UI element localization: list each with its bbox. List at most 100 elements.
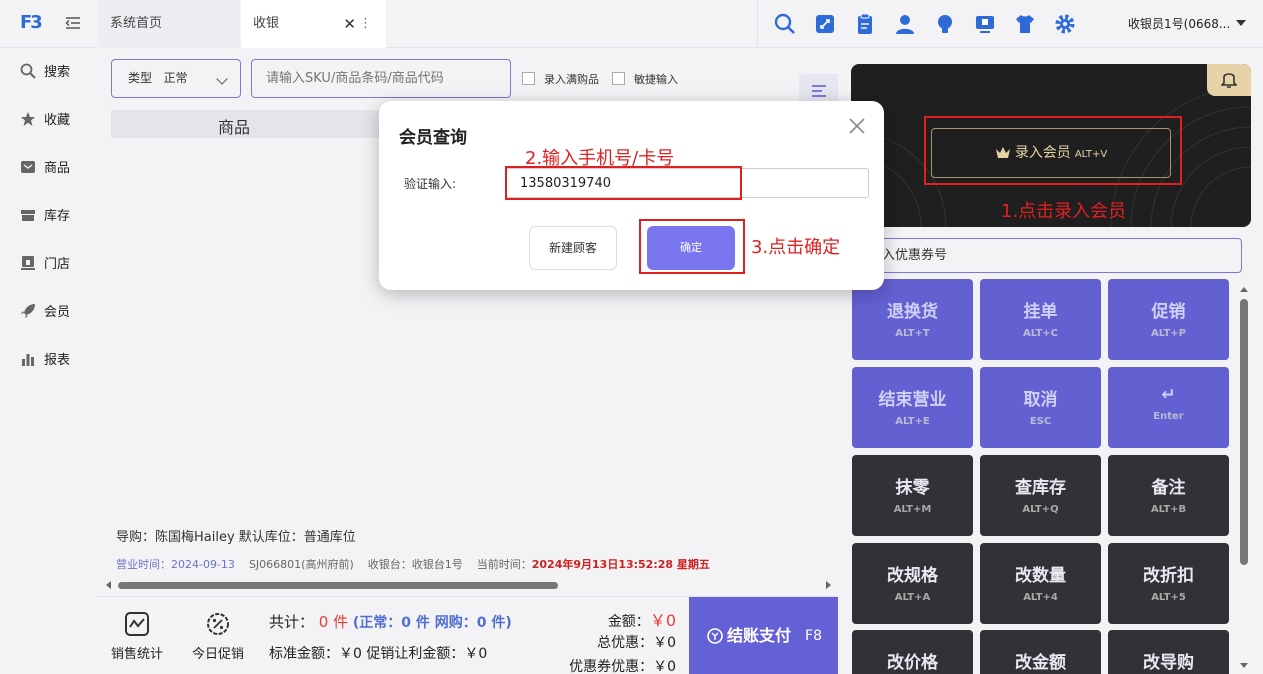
key-label: 结束营业	[878, 390, 947, 410]
sidebar-item-favorites[interactable]: 收藏	[20, 109, 70, 133]
tab-cashier[interactable]: 收银 ✕ ⋮	[241, 0, 386, 48]
change-discount-button[interactable]: 改折扣 ALT+5	[1108, 543, 1229, 624]
key-label: 改规格	[887, 566, 938, 586]
shirt-icon[interactable]	[1014, 13, 1036, 35]
user-menu[interactable]: 收银员1号(0668...	[1128, 0, 1246, 48]
guide-info: 导购：陈国梅Hailey 默认库位：普通库位	[116, 530, 356, 545]
tab-more-icon[interactable]: ⋮	[359, 0, 372, 48]
user-icon[interactable]	[894, 13, 916, 35]
sales-stats-label: 销售统计	[110, 647, 163, 662]
type-select-value: 正常	[163, 71, 188, 85]
coupon-input[interactable]: 入优惠券号	[851, 238, 1242, 273]
clipboard-icon[interactable]	[854, 13, 876, 35]
monitor-icon[interactable]	[974, 13, 996, 35]
scroll-right-icon[interactable]	[826, 581, 831, 589]
gift-checkbox[interactable]	[522, 72, 535, 85]
notification-button[interactable]	[1207, 64, 1251, 96]
verify-input-label: 验证输入:	[404, 177, 457, 191]
sidebar-item-store[interactable]: 门店	[20, 253, 70, 277]
type-select[interactable]: 类型 正常	[111, 59, 241, 98]
standard-amount: 标准金额：￥0 促销让利金额：￥0	[269, 646, 488, 662]
tab-close-icon[interactable]: ✕	[343, 0, 356, 48]
sidebar-item-label: 会员	[44, 305, 71, 320]
close-business-button[interactable]: 结束营业 ALT+E	[852, 367, 973, 448]
checkout-pay-button[interactable]: 结账支付 F8	[689, 597, 838, 674]
pay-label: 结账支付	[727, 626, 792, 645]
key-label: 促销	[1151, 302, 1186, 322]
coupon-placeholder: 入优惠券号	[882, 248, 948, 263]
lightbulb-icon[interactable]	[934, 13, 956, 35]
change-quantity-button[interactable]: 改数量 ALT+4	[980, 543, 1101, 624]
tab-home-label: 系统首页	[110, 16, 163, 31]
pay-shortcut: F8	[805, 628, 822, 644]
sidebar-item-member[interactable]: 会员	[20, 301, 70, 325]
close-icon[interactable]	[846, 115, 868, 137]
change-spec-button[interactable]: 改规格 ALT+A	[852, 543, 973, 624]
total-detail: (正常：0 件 网购：0 件)	[352, 615, 512, 631]
current-time-label: 当前时间：	[476, 558, 532, 571]
sidebar-item-label: 商品	[44, 161, 71, 176]
type-select-label: 类型	[128, 71, 153, 85]
search-icon[interactable]	[774, 13, 796, 35]
sidebar-item-reports[interactable]: 报表	[20, 349, 70, 373]
key-shortcut: ALT+C	[1023, 328, 1058, 339]
tab-home[interactable]: 系统首页	[98, 0, 240, 48]
user-name: 收银员1号(0668...	[1128, 17, 1231, 31]
amount-value: ￥0	[649, 611, 676, 630]
sidebar-item-label: 收藏	[44, 113, 71, 128]
cancel-button[interactable]: 取消 ESC	[980, 367, 1101, 448]
change-amount-button[interactable]: 改金额	[980, 630, 1101, 674]
sidebar-item-search[interactable]: 搜索	[20, 61, 70, 85]
hold-order-button[interactable]: 挂单 ALT+C	[980, 279, 1101, 360]
list-icon	[812, 85, 826, 97]
summary-bar: 销售统计 今日促销 共计： 0 件 (正常：0 件 网购：0 件) 标准金额：￥…	[96, 596, 838, 674]
status-line: 营业时间：2024-09-13 SJ066801(高州府前) 收银台：收银台1号…	[116, 556, 710, 572]
total-count-value: 0 件	[318, 613, 349, 631]
scrollbar-thumb[interactable]	[1240, 299, 1248, 565]
top-toolbar	[757, 0, 1102, 48]
sidebar-item-products[interactable]: 商品	[20, 157, 70, 181]
scroll-left-icon[interactable]	[106, 581, 111, 589]
scroll-down-icon[interactable]	[1240, 663, 1248, 668]
enter-button[interactable]: ↵ Enter	[1108, 367, 1229, 448]
key-label: 改价格	[887, 653, 938, 673]
key-shortcut: ALT+B	[1150, 504, 1187, 515]
sales-stats-button[interactable]: 销售统计	[102, 611, 172, 662]
column-product: 商品	[218, 118, 251, 137]
change-price-button[interactable]: 改价格	[852, 630, 973, 674]
return-exchange-button[interactable]: 退换货 ALT+T	[852, 279, 973, 360]
sidebar-item-label: 报表	[44, 353, 71, 368]
gear-icon[interactable]	[1054, 13, 1076, 35]
store-code: SJ066801(高州府前)	[248, 558, 354, 571]
menu-collapse-icon[interactable]	[64, 14, 82, 32]
quick-input-checkbox[interactable]	[612, 72, 625, 85]
scrollbar-thumb[interactable]	[118, 582, 558, 589]
today-promo-button[interactable]: 今日促销	[183, 611, 253, 662]
app-logo: F3	[20, 12, 43, 33]
sku-input[interactable]	[251, 59, 511, 98]
key-shortcut: ALT+T	[895, 328, 930, 339]
change-guide-button[interactable]: 改导购	[1108, 630, 1229, 674]
today-promo-label: 今日促销	[191, 647, 244, 662]
annotation-step3: 3.点击确定	[751, 237, 841, 258]
vertical-scrollbar[interactable]	[1238, 285, 1250, 674]
expand-icon[interactable]	[814, 13, 836, 35]
quick-input-checkbox-label: 敏捷输入	[634, 73, 678, 86]
search-icon	[20, 63, 36, 79]
star-icon	[21, 112, 35, 126]
sidebar-item-inventory[interactable]: 库存	[20, 205, 70, 229]
key-label: 改数量	[1015, 566, 1066, 586]
remark-button[interactable]: 备注 ALT+B	[1108, 455, 1229, 536]
key-shortcut: ALT+A	[894, 592, 931, 603]
new-customer-button[interactable]: 新建顾客	[529, 226, 617, 270]
round-off-button[interactable]: 抹零 ALT+M	[852, 455, 973, 536]
promotion-button[interactable]: 促销 ALT+P	[1108, 279, 1229, 360]
scroll-up-icon[interactable]	[1240, 287, 1248, 292]
check-stock-button[interactable]: 查库存 ALT+Q	[980, 455, 1101, 536]
key-label: 挂单	[1023, 302, 1058, 322]
business-date: 营业时间：2024-09-13	[116, 558, 235, 571]
current-time: 2024年9月13日13:52:28 星期五	[531, 558, 710, 571]
annotation-box-step1	[924, 116, 1182, 185]
key-label: 查库存	[1015, 478, 1066, 498]
horizontal-scrollbar[interactable]	[106, 578, 831, 592]
